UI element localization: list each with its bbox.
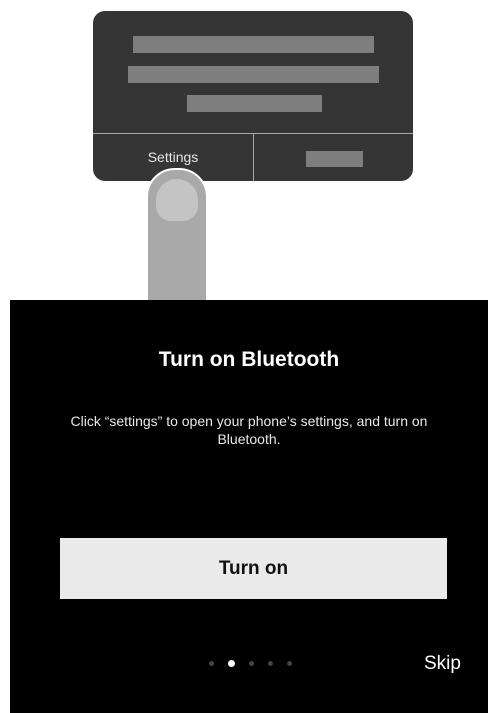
onboarding-panel: Turn on Bluetooth Click “settings” to op… [10, 300, 488, 713]
fingernail [156, 179, 198, 221]
page-dot [209, 661, 214, 666]
panel-description: Click “settings” to open your phone’s se… [70, 413, 428, 447]
divider [253, 133, 254, 181]
turn-on-button[interactable]: Turn on [60, 538, 447, 599]
placeholder-text-bar [187, 95, 322, 112]
finger-icon [146, 168, 208, 312]
placeholder-text-bar [133, 36, 374, 53]
page-dot [249, 661, 254, 666]
page-dot [287, 661, 292, 666]
page-dot-active [228, 660, 235, 667]
panel-title: Turn on Bluetooth [158, 348, 340, 371]
placeholder-button-bar [306, 151, 363, 167]
dialog-illustration: Settings [93, 11, 413, 181]
page-dot [268, 661, 273, 666]
illustration: Settings [0, 0, 494, 312]
page-indicator [209, 660, 292, 667]
skip-link[interactable]: Skip [424, 653, 461, 675]
placeholder-text-bar [128, 66, 379, 83]
